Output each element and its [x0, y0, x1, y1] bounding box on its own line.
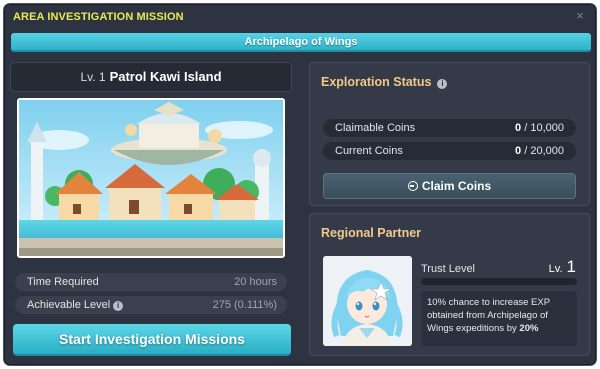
trust-lv-label: Lv. — [548, 263, 563, 275]
time-required-value: 20 hours — [234, 276, 277, 288]
trust-level-value: Lv. 1 — [549, 257, 576, 277]
claimable-coins-row: Claimable Coins 0 / 10,000 — [323, 119, 576, 137]
info-icon[interactable]: i — [437, 79, 448, 89]
current-coins-label: Current Coins — [335, 145, 403, 157]
close-icon[interactable]: × — [573, 9, 587, 23]
exploration-status-title: Exploration Status i — [321, 75, 448, 89]
partner-portrait — [323, 256, 412, 346]
window-title: AREA INVESTIGATION MISSION — [13, 11, 184, 23]
current-coins-max: 20,000 — [530, 145, 564, 157]
trust-lv-number: 1 — [566, 257, 576, 276]
mission-illustration — [17, 98, 285, 258]
time-required-row: Time Required 20 hours — [15, 273, 287, 291]
trust-progress-bar — [421, 278, 577, 285]
exploration-status-label: Exploration Status — [321, 75, 432, 89]
achievable-level-value: 275 (0.111%) — [212, 299, 277, 311]
regional-partner-panel: Regional Partner Trust Level Lv. 1 10% c… — [309, 213, 590, 356]
trust-description: 10% chance to increase EXP obtained from… — [421, 291, 577, 346]
trust-level-label: Trust Level — [421, 263, 476, 275]
mission-name: Patrol Kawi Island — [109, 69, 222, 84]
island-town-illustration — [19, 100, 283, 256]
mission-level: Lv. 1 — [80, 70, 106, 84]
claimable-coins-label: Claimable Coins — [335, 122, 416, 134]
info-icon[interactable]: i — [113, 301, 124, 311]
exploration-status-panel: Exploration Status i Claimable Coins 0 / … — [309, 62, 590, 206]
trust-bonus-value: 20% — [519, 323, 539, 334]
region-name-bar: Archipelago of Wings — [11, 33, 591, 52]
claim-coins-button[interactable]: Claim Coins — [323, 173, 576, 199]
current-coins-value: 0 / 20,000 — [515, 145, 564, 157]
achievable-level-row: Achievable Level i 275 (0.111%) — [15, 296, 287, 314]
claimable-coins-current: 0 — [515, 122, 522, 134]
start-investigation-button[interactable]: Start Investigation Missions — [13, 324, 291, 356]
title-bar: AREA INVESTIGATION MISSION × — [4, 4, 596, 30]
current-coins-current: 0 — [515, 145, 522, 157]
regional-partner-title: Regional Partner — [321, 226, 422, 240]
achievable-level-label: Achievable Level — [27, 299, 111, 311]
mission-header: Lv. 1 Patrol Kawi Island — [10, 62, 292, 92]
minus-circle-icon — [407, 181, 418, 191]
claimable-coins-value: 0 / 10,000 — [515, 122, 564, 134]
partner-character-image — [323, 256, 412, 346]
claimable-coins-max: 10,000 — [530, 122, 564, 134]
current-coins-row: Current Coins 0 / 20,000 — [323, 142, 576, 160]
claim-coins-label: Claim Coins — [421, 179, 492, 193]
time-required-label: Time Required — [27, 276, 99, 288]
